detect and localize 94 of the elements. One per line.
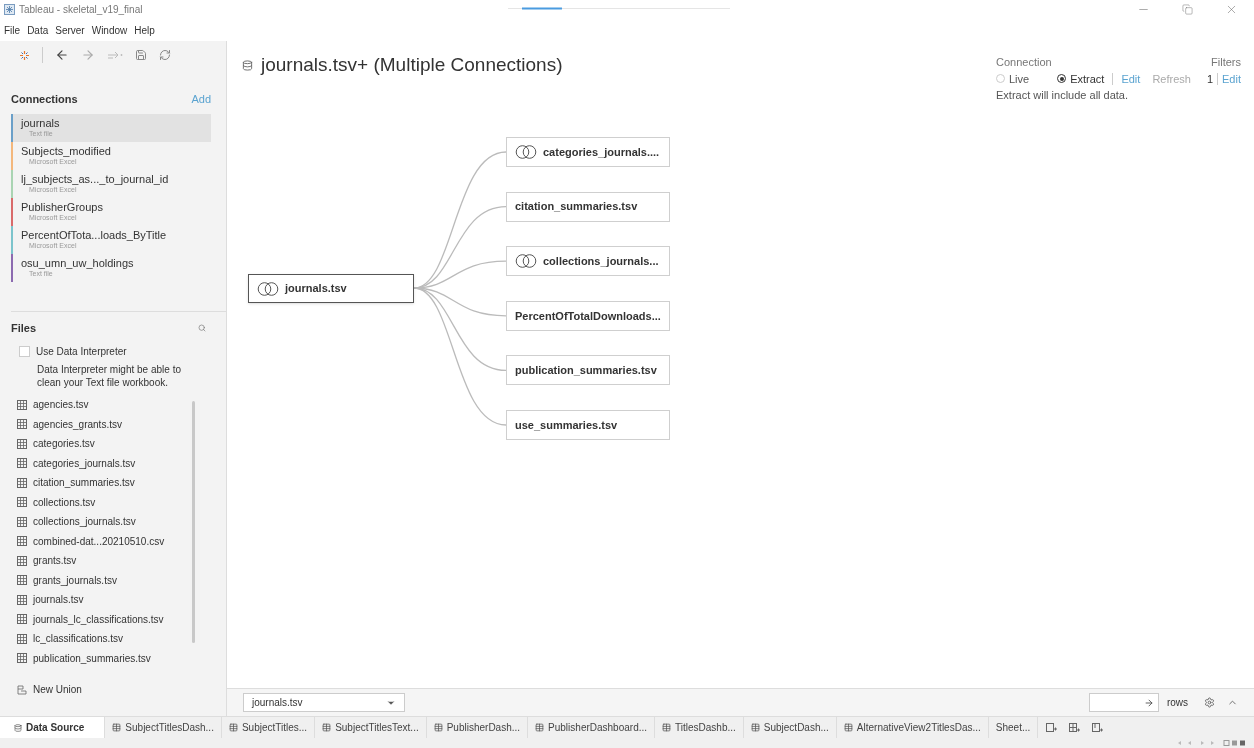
app-icon xyxy=(4,4,15,15)
table-list-item[interactable]: categories_journals.tsv xyxy=(11,453,226,473)
table-icon xyxy=(17,438,27,449)
connections-heading: Connections xyxy=(11,92,78,107)
dashboard-icon xyxy=(322,723,332,732)
interpreter-checkbox[interactable] xyxy=(19,346,30,357)
table-node[interactable]: publication_summaries.tsv xyxy=(506,355,670,386)
new-sheet-icon[interactable] xyxy=(1046,722,1058,733)
datasource-icon xyxy=(242,59,253,71)
connection-name: PercentOfTota...loads_ByTitle xyxy=(21,229,168,241)
table-node[interactable]: collections_journals... xyxy=(506,246,670,277)
venn-icon xyxy=(515,254,537,269)
new-union-link[interactable]: New Union xyxy=(33,682,82,697)
restore-icon[interactable] xyxy=(1182,4,1193,15)
dashboard-icon xyxy=(750,723,760,732)
sheet-tab[interactable]: Data Source xyxy=(0,717,106,738)
dashboard-icon xyxy=(843,723,853,732)
connection-name: Subjects_modified xyxy=(21,145,112,157)
new-dashboard-icon[interactable] xyxy=(1069,722,1081,733)
dashboard-icon xyxy=(433,723,443,732)
refresh-icon[interactable] xyxy=(159,49,171,61)
table-icon xyxy=(17,399,27,410)
connection-label: Connection xyxy=(996,55,1053,70)
union-icon xyxy=(17,684,27,695)
table-dropdown[interactable]: journals.tsv xyxy=(243,693,405,712)
table-list-item[interactable]: journals_lc_classifications.tsv xyxy=(11,609,226,629)
table-list-item[interactable]: agencies.tsv xyxy=(11,395,226,415)
table-list-item[interactable]: agencies_grants.tsv xyxy=(11,414,226,434)
save-icon[interactable] xyxy=(135,49,147,61)
table-node[interactable]: PercentOfTotalDownloads... xyxy=(506,300,670,331)
dashboard-icon xyxy=(535,723,545,732)
table-icon xyxy=(17,477,27,488)
view-controls-drawing xyxy=(1176,740,1246,746)
menu-item[interactable]: Window xyxy=(91,22,128,38)
table-icon xyxy=(17,497,27,508)
filters-label: Filters xyxy=(1211,55,1241,70)
dashboard-icon xyxy=(662,723,672,732)
table-icon xyxy=(17,633,27,644)
logo-icon xyxy=(19,49,30,61)
rows-label: rows xyxy=(1166,696,1188,710)
connection-name: journals xyxy=(21,117,61,129)
table-icon xyxy=(17,653,27,664)
table-icon xyxy=(17,594,27,605)
table-icon xyxy=(17,614,27,625)
filter-count: 1 xyxy=(1206,71,1214,87)
window-title: Tableau - skeletal_v19_final xyxy=(19,3,143,17)
table-list-item[interactable]: publication_summaries.tsv xyxy=(11,648,226,668)
new-story-icon[interactable] xyxy=(1092,722,1104,733)
venn-icon xyxy=(515,145,537,159)
interpreter-hint: Data Interpreter might be able to clean your Text file workbook. xyxy=(36,363,182,389)
table-node[interactable]: citation_summaries.tsv xyxy=(506,191,670,222)
close-icon[interactable] xyxy=(1225,3,1238,16)
table-list-item[interactable]: collections.tsv xyxy=(11,492,226,512)
connection-name: osu_umn_uw_holdings xyxy=(21,257,135,269)
table-list-item[interactable]: grants.tsv xyxy=(11,551,226,571)
dashboard-icon xyxy=(228,723,238,732)
table-list-item[interactable]: lc_classifications.tsv xyxy=(11,629,226,649)
rows-field[interactable] xyxy=(1088,693,1159,712)
menu-item[interactable]: Help xyxy=(134,22,155,38)
extract-radio[interactable]: Extract xyxy=(1057,70,1105,87)
interpreter-label: Use Data Interpreter xyxy=(36,345,127,359)
table-node[interactable]: categories_journals.... xyxy=(506,137,670,167)
extract-note: Extract will include all data. xyxy=(996,88,1130,103)
table-list-item[interactable]: collections_journals.tsv xyxy=(11,512,226,532)
menu-item[interactable]: Server xyxy=(55,22,85,38)
table-node[interactable]: use_summaries.tsv xyxy=(506,410,670,440)
table-list-item[interactable]: combined-dat...20210510.csv xyxy=(11,531,226,551)
table-list-item[interactable]: journals.tsv xyxy=(11,590,226,610)
datasource-title[interactable]: journals.tsv+ (Multiple Connections) xyxy=(261,51,563,80)
dashboard-icon xyxy=(112,723,122,732)
forward-icon[interactable] xyxy=(81,48,95,62)
menu-item[interactable]: Data xyxy=(27,22,49,38)
files-heading: Files xyxy=(11,320,37,336)
live-radio[interactable]: Live xyxy=(996,70,1030,87)
connection-name: PublisherGroups xyxy=(21,201,104,213)
menu-item[interactable]: File xyxy=(4,22,21,38)
scrollbar[interactable] xyxy=(192,401,195,643)
table-icon xyxy=(17,516,27,527)
table-list-item[interactable]: categories.tsv xyxy=(11,434,226,454)
datasource-icon xyxy=(14,723,22,732)
arrow-icon xyxy=(1143,697,1154,708)
settings-icon[interactable] xyxy=(1204,697,1215,708)
back-icon[interactable] xyxy=(55,48,69,62)
table-icon xyxy=(17,575,27,586)
venn-icon xyxy=(257,281,279,296)
table-icon xyxy=(17,555,27,566)
table-list-item[interactable]: citation_summaries.tsv xyxy=(11,473,226,493)
search-icon[interactable] xyxy=(198,323,206,332)
table-node[interactable]: journals.tsv xyxy=(248,274,414,303)
table-icon xyxy=(17,419,27,430)
connection-name: lj_subjects_as..._to_journal_id xyxy=(21,173,170,185)
table-list-item[interactable]: grants_journals.tsv xyxy=(11,570,226,590)
table-icon xyxy=(17,458,27,469)
table-icon xyxy=(17,536,27,547)
